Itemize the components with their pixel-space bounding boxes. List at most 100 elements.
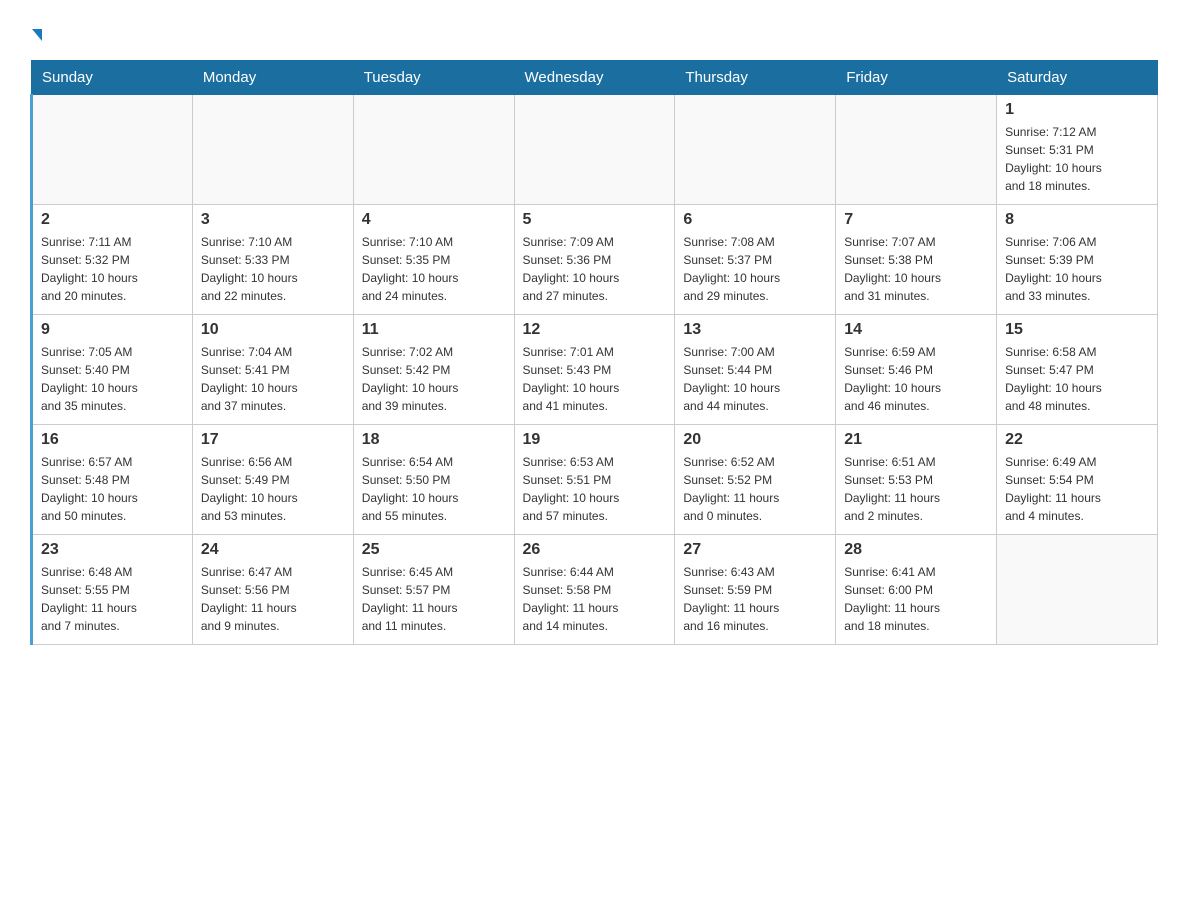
day-info: Sunrise: 6:44 AM Sunset: 5:58 PM Dayligh…	[523, 563, 667, 635]
day-info: Sunrise: 6:57 AM Sunset: 5:48 PM Dayligh…	[41, 453, 184, 525]
col-tuesday: Tuesday	[353, 61, 514, 95]
cell-week2-day3: 5 Sunrise: 7:09 AM Sunset: 5:36 PM Daylig…	[514, 205, 675, 315]
day-number: 10	[201, 321, 345, 339]
col-friday: Friday	[836, 61, 997, 95]
day-number: 16	[41, 431, 184, 449]
cell-week5-day4: 27 Sunrise: 6:43 AM Sunset: 5:59 PM Dayli…	[675, 535, 836, 645]
cell-week3-day1: 10 Sunrise: 7:04 AM Sunset: 5:41 PM Dayli…	[192, 315, 353, 425]
page-header	[30, 20, 1158, 44]
cell-week2-day5: 7 Sunrise: 7:07 AM Sunset: 5:38 PM Daylig…	[836, 205, 997, 315]
cell-week5-day3: 26 Sunrise: 6:44 AM Sunset: 5:58 PM Dayli…	[514, 535, 675, 645]
day-number: 5	[523, 211, 667, 229]
cell-week1-day5	[836, 95, 997, 205]
cell-week3-day6: 15 Sunrise: 6:58 AM Sunset: 5:47 PM Dayli…	[997, 315, 1158, 425]
day-info: Sunrise: 7:12 AM Sunset: 5:31 PM Dayligh…	[1005, 123, 1149, 195]
week-row-2: 2 Sunrise: 7:11 AM Sunset: 5:32 PM Daylig…	[32, 205, 1158, 315]
cell-week4-day1: 17Sunrise: 6:56 AM Sunset: 5:49 PM Dayli…	[192, 425, 353, 535]
day-number: 14	[844, 321, 988, 339]
day-number: 6	[683, 211, 827, 229]
day-number: 7	[844, 211, 988, 229]
cell-week1-day2	[353, 95, 514, 205]
day-number: 27	[683, 541, 827, 559]
cell-week4-day4: 20Sunrise: 6:52 AM Sunset: 5:52 PM Dayli…	[675, 425, 836, 535]
cell-week3-day5: 14 Sunrise: 6:59 AM Sunset: 5:46 PM Dayli…	[836, 315, 997, 425]
cell-week3-day3: 12Sunrise: 7:01 AM Sunset: 5:43 PM Dayli…	[514, 315, 675, 425]
cell-week3-day4: 13 Sunrise: 7:00 AM Sunset: 5:44 PM Dayli…	[675, 315, 836, 425]
day-info: Sunrise: 7:04 AM Sunset: 5:41 PM Dayligh…	[201, 343, 345, 415]
day-info: Sunrise: 6:58 AM Sunset: 5:47 PM Dayligh…	[1005, 343, 1149, 415]
logo-text	[30, 20, 42, 44]
day-number: 26	[523, 541, 667, 559]
day-number: 1	[1005, 101, 1149, 119]
week-row-3: 9Sunrise: 7:05 AM Sunset: 5:40 PM Daylig…	[32, 315, 1158, 425]
day-info: Sunrise: 6:43 AM Sunset: 5:59 PM Dayligh…	[683, 563, 827, 635]
cell-week3-day2: 11 Sunrise: 7:02 AM Sunset: 5:42 PM Dayli…	[353, 315, 514, 425]
day-info: Sunrise: 7:10 AM Sunset: 5:35 PM Dayligh…	[362, 233, 506, 305]
day-info: Sunrise: 7:08 AM Sunset: 5:37 PM Dayligh…	[683, 233, 827, 305]
day-number: 8	[1005, 211, 1149, 229]
day-info: Sunrise: 7:07 AM Sunset: 5:38 PM Dayligh…	[844, 233, 988, 305]
calendar-table: Sunday Monday Tuesday Wednesday Thursday…	[30, 60, 1158, 645]
col-wednesday: Wednesday	[514, 61, 675, 95]
cell-week4-day2: 18 Sunrise: 6:54 AM Sunset: 5:50 PM Dayli…	[353, 425, 514, 535]
cell-week1-day6: 1 Sunrise: 7:12 AM Sunset: 5:31 PM Daylig…	[997, 95, 1158, 205]
day-info: Sunrise: 7:02 AM Sunset: 5:42 PM Dayligh…	[362, 343, 506, 415]
col-sunday: Sunday	[32, 61, 193, 95]
day-number: 24	[201, 541, 345, 559]
day-number: 21	[844, 431, 988, 449]
day-number: 22	[1005, 431, 1149, 449]
col-saturday: Saturday	[997, 61, 1158, 95]
col-thursday: Thursday	[675, 61, 836, 95]
cell-week4-day3: 19Sunrise: 6:53 AM Sunset: 5:51 PM Dayli…	[514, 425, 675, 535]
day-number: 15	[1005, 321, 1149, 339]
day-info: Sunrise: 7:01 AM Sunset: 5:43 PM Dayligh…	[523, 343, 667, 415]
day-number: 4	[362, 211, 506, 229]
day-info: Sunrise: 6:49 AM Sunset: 5:54 PM Dayligh…	[1005, 453, 1149, 525]
cell-week5-day2: 25 Sunrise: 6:45 AM Sunset: 5:57 PM Dayli…	[353, 535, 514, 645]
day-number: 23	[41, 541, 184, 559]
day-info: Sunrise: 7:05 AM Sunset: 5:40 PM Dayligh…	[41, 343, 184, 415]
logo-triangle-icon	[32, 29, 42, 41]
cell-week2-day2: 4 Sunrise: 7:10 AM Sunset: 5:35 PM Daylig…	[353, 205, 514, 315]
day-number: 25	[362, 541, 506, 559]
day-number: 20	[683, 431, 827, 449]
day-number: 11	[362, 321, 506, 339]
day-info: Sunrise: 6:53 AM Sunset: 5:51 PM Dayligh…	[523, 453, 667, 525]
cell-week5-day6	[997, 535, 1158, 645]
week-row-4: 16 Sunrise: 6:57 AM Sunset: 5:48 PM Dayli…	[32, 425, 1158, 535]
cell-week2-day0: 2 Sunrise: 7:11 AM Sunset: 5:32 PM Daylig…	[32, 205, 193, 315]
cell-week4-day5: 21 Sunrise: 6:51 AM Sunset: 5:53 PM Dayli…	[836, 425, 997, 535]
cell-week1-day1	[192, 95, 353, 205]
cell-week5-day0: 23 Sunrise: 6:48 AM Sunset: 5:55 PM Dayli…	[32, 535, 193, 645]
week-row-1: 1 Sunrise: 7:12 AM Sunset: 5:31 PM Daylig…	[32, 95, 1158, 205]
cell-week2-day1: 3 Sunrise: 7:10 AM Sunset: 5:33 PM Daylig…	[192, 205, 353, 315]
cell-week1-day0	[32, 95, 193, 205]
cell-week4-day6: 22 Sunrise: 6:49 AM Sunset: 5:54 PM Dayli…	[997, 425, 1158, 535]
day-info: Sunrise: 6:48 AM Sunset: 5:55 PM Dayligh…	[41, 563, 184, 635]
day-info: Sunrise: 7:10 AM Sunset: 5:33 PM Dayligh…	[201, 233, 345, 305]
day-number: 28	[844, 541, 988, 559]
cell-week4-day0: 16 Sunrise: 6:57 AM Sunset: 5:48 PM Dayli…	[32, 425, 193, 535]
cell-week1-day4	[675, 95, 836, 205]
day-number: 13	[683, 321, 827, 339]
day-info: Sunrise: 6:59 AM Sunset: 5:46 PM Dayligh…	[844, 343, 988, 415]
day-info: Sunrise: 6:45 AM Sunset: 5:57 PM Dayligh…	[362, 563, 506, 635]
cell-week5-day5: 28Sunrise: 6:41 AM Sunset: 6:00 PM Dayli…	[836, 535, 997, 645]
day-info: Sunrise: 7:09 AM Sunset: 5:36 PM Dayligh…	[523, 233, 667, 305]
cell-week1-day3	[514, 95, 675, 205]
cell-week3-day0: 9Sunrise: 7:05 AM Sunset: 5:40 PM Daylig…	[32, 315, 193, 425]
calendar-header-row: Sunday Monday Tuesday Wednesday Thursday…	[32, 61, 1158, 95]
week-row-5: 23 Sunrise: 6:48 AM Sunset: 5:55 PM Dayli…	[32, 535, 1158, 645]
col-monday: Monday	[192, 61, 353, 95]
day-info: Sunrise: 7:00 AM Sunset: 5:44 PM Dayligh…	[683, 343, 827, 415]
day-number: 2	[41, 211, 184, 229]
day-info: Sunrise: 7:06 AM Sunset: 5:39 PM Dayligh…	[1005, 233, 1149, 305]
day-info: Sunrise: 7:11 AM Sunset: 5:32 PM Dayligh…	[41, 233, 184, 305]
day-info: Sunrise: 6:56 AM Sunset: 5:49 PM Dayligh…	[201, 453, 345, 525]
day-info: Sunrise: 6:51 AM Sunset: 5:53 PM Dayligh…	[844, 453, 988, 525]
day-info: Sunrise: 6:47 AM Sunset: 5:56 PM Dayligh…	[201, 563, 345, 635]
day-number: 3	[201, 211, 345, 229]
logo	[30, 20, 42, 44]
day-info: Sunrise: 6:54 AM Sunset: 5:50 PM Dayligh…	[362, 453, 506, 525]
day-number: 18	[362, 431, 506, 449]
